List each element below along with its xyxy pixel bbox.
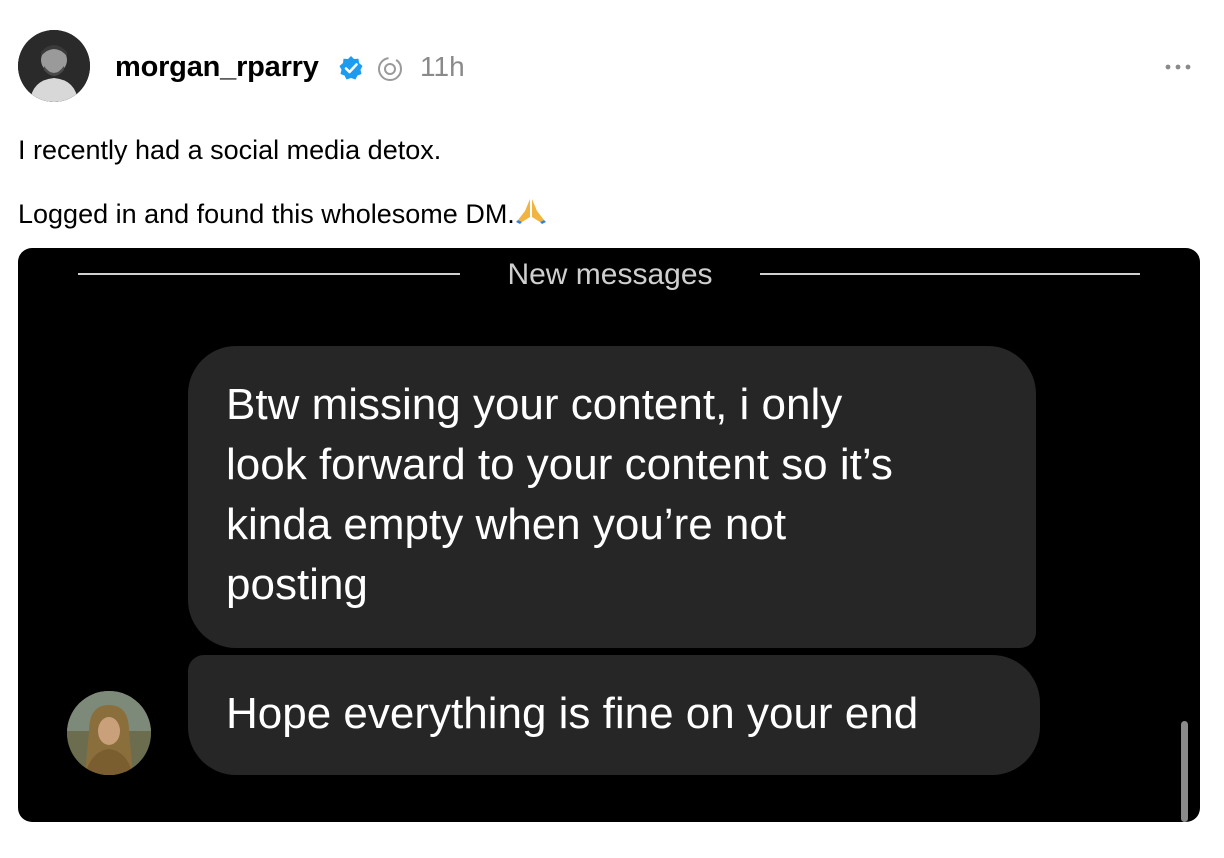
message-line: posting (226, 560, 368, 609)
username[interactable]: morgan_rparry (115, 48, 319, 86)
dm-screenshot[interactable]: New messages Btw missing your content, i… (18, 248, 1200, 822)
message-bubble: Hope everything is fine on your end (188, 655, 1040, 775)
caption-line: I recently had a social media detox. (18, 135, 442, 165)
message-line: Hope everything is fine on your end (226, 689, 919, 738)
post-timestamp: 11h (420, 51, 465, 82)
caption-line: Logged in and found this wholesome DM. (18, 195, 546, 233)
message-line: Btw missing your content, i only (226, 380, 843, 429)
message-line: look forward to your content so it’s (226, 440, 893, 489)
thread-post: morgan_rparry 11h I recently had a socia… (0, 0, 1224, 858)
divider-line (760, 273, 1140, 275)
threads-logo-icon (376, 55, 404, 83)
verified-badge-icon (338, 55, 364, 81)
new-messages-divider: New messages (507, 258, 713, 291)
message-line: kinda empty when you’re not (226, 500, 787, 549)
pray-hands-icon (515, 195, 546, 233)
scrollbar[interactable] (1181, 721, 1188, 822)
caption-text: Logged in and found this wholesome DM. (18, 199, 515, 229)
profile-avatar[interactable] (18, 30, 90, 102)
message-bubble: Btw missing your content, i only look fo… (188, 346, 1036, 648)
sender-avatar (67, 691, 151, 775)
more-options-icon[interactable] (1162, 55, 1194, 79)
divider-line (78, 273, 460, 275)
